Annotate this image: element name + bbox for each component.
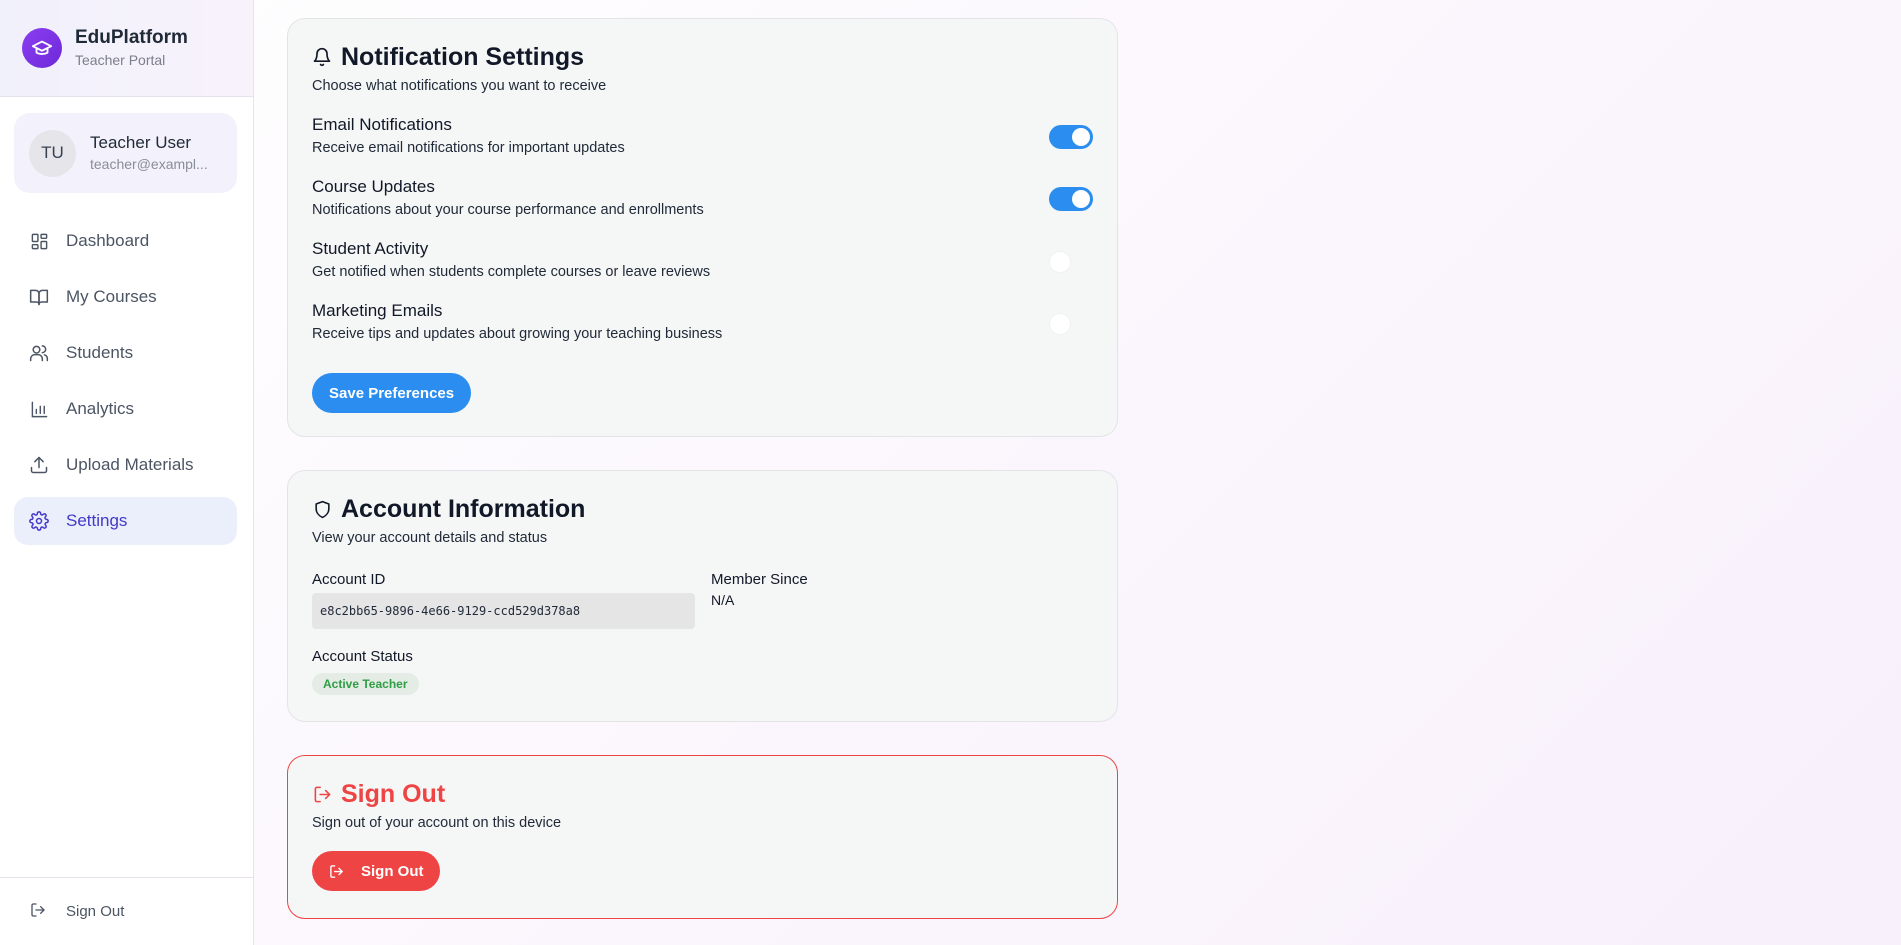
sidebar-item-analytics[interactable]: Analytics bbox=[14, 385, 237, 433]
sidebar-item-students[interactable]: Students bbox=[14, 329, 237, 377]
user-email: teacher@exampl... bbox=[90, 156, 208, 172]
notification-settings-card: Notification Settings Choose what notifi… bbox=[287, 18, 1118, 437]
pref-title: Course Updates bbox=[312, 177, 435, 196]
pref-title: Student Activity bbox=[312, 239, 429, 258]
sidebar: EduPlatform Teacher Portal TU Teacher Us… bbox=[0, 0, 254, 945]
pref-description: Receive tips and updates about growing y… bbox=[312, 326, 723, 342]
user-card[interactable]: TU Teacher User teacher@exampl... bbox=[14, 113, 237, 193]
graduation-cap-icon bbox=[22, 28, 62, 68]
sidebar-nav: Dashboard My Courses Students Analytics … bbox=[14, 217, 237, 553]
sidebar-item-label: Dashboard bbox=[66, 231, 150, 250]
sign-out-description: Sign out of your account on this device bbox=[312, 815, 562, 831]
pref-title: Marketing Emails bbox=[312, 301, 443, 320]
account-id-label: Account ID bbox=[312, 571, 386, 588]
save-preferences-button[interactable]: Save Preferences bbox=[312, 373, 472, 413]
account-id-value[interactable]: e8c2bb65-9896-4e66-9129-ccd529d378a8 bbox=[312, 593, 695, 629]
member-since-value: N/A bbox=[711, 592, 735, 608]
sidebar-item-label: Students bbox=[66, 343, 134, 362]
pref-row-student-activity: Student Activity Get notified when stude… bbox=[312, 238, 1093, 300]
sidebar-item-upload-materials[interactable]: Upload Materials bbox=[14, 441, 237, 489]
sidebar-item-dashboard[interactable]: Dashboard bbox=[14, 217, 237, 265]
course-updates-toggle[interactable] bbox=[1049, 187, 1093, 211]
account-information-card: Account Information View your account de… bbox=[287, 470, 1118, 722]
sidebar-signout-button[interactable]: Sign Out bbox=[0, 877, 254, 945]
sidebar-item-label: Settings bbox=[66, 511, 128, 530]
logout-icon bbox=[312, 784, 332, 804]
notification-settings-title: Notification Settings bbox=[341, 42, 585, 71]
sign-out-button-label: Sign Out bbox=[361, 862, 424, 880]
student-activity-toggle[interactable] bbox=[1049, 249, 1093, 273]
logout-icon bbox=[329, 863, 345, 879]
sidebar-signout-label: Sign Out bbox=[66, 903, 125, 920]
pref-description: Get notified when students complete cour… bbox=[312, 264, 711, 280]
pref-row-email-notifications: Email Notifications Receive email notifi… bbox=[312, 114, 1093, 176]
pref-description: Notifications about your course performa… bbox=[312, 202, 704, 218]
brand-header: EduPlatform Teacher Portal bbox=[0, 0, 253, 97]
sidebar-item-my-courses[interactable]: My Courses bbox=[14, 273, 237, 321]
dashboard-icon bbox=[29, 231, 49, 251]
pref-description: Receive email notifications for importan… bbox=[312, 140, 625, 156]
sign-out-card: Sign Out Sign out of your account on thi… bbox=[287, 755, 1118, 919]
account-information-title: Account Information bbox=[341, 494, 586, 523]
upload-icon bbox=[29, 455, 49, 475]
account-information-description: View your account details and status bbox=[312, 530, 548, 546]
book-icon bbox=[29, 287, 49, 307]
users-icon bbox=[29, 343, 49, 363]
logout-icon bbox=[30, 902, 46, 922]
user-name: Teacher User bbox=[90, 133, 192, 152]
member-since-label: Member Since bbox=[711, 571, 808, 588]
sidebar-item-label: My Courses bbox=[66, 287, 157, 306]
sidebar-item-settings[interactable]: Settings bbox=[14, 497, 237, 545]
status-badge: Active Teacher bbox=[312, 673, 419, 695]
pref-title: Email Notifications bbox=[312, 115, 452, 134]
notification-settings-description: Choose what notifications you want to re… bbox=[312, 78, 607, 94]
sidebar-item-label: Analytics bbox=[66, 399, 135, 418]
bar-chart-icon bbox=[29, 399, 49, 419]
account-status-label: Account Status bbox=[312, 648, 413, 665]
gear-icon bbox=[29, 511, 49, 531]
bell-icon bbox=[312, 47, 332, 67]
pref-row-course-updates: Course Updates Notifications about your … bbox=[312, 176, 1093, 238]
brand-name: EduPlatform bbox=[75, 27, 188, 48]
sign-out-button[interactable]: Sign Out bbox=[312, 851, 440, 891]
sign-out-title: Sign Out bbox=[341, 779, 446, 808]
pref-row-marketing-emails: Marketing Emails Receive tips and update… bbox=[312, 300, 1093, 362]
shield-icon bbox=[312, 499, 332, 519]
marketing-emails-toggle[interactable] bbox=[1049, 311, 1093, 335]
email-notifications-toggle[interactable] bbox=[1049, 125, 1093, 149]
brand-subtitle: Teacher Portal bbox=[75, 52, 166, 68]
sidebar-item-label: Upload Materials bbox=[66, 455, 194, 474]
avatar: TU bbox=[29, 129, 76, 177]
